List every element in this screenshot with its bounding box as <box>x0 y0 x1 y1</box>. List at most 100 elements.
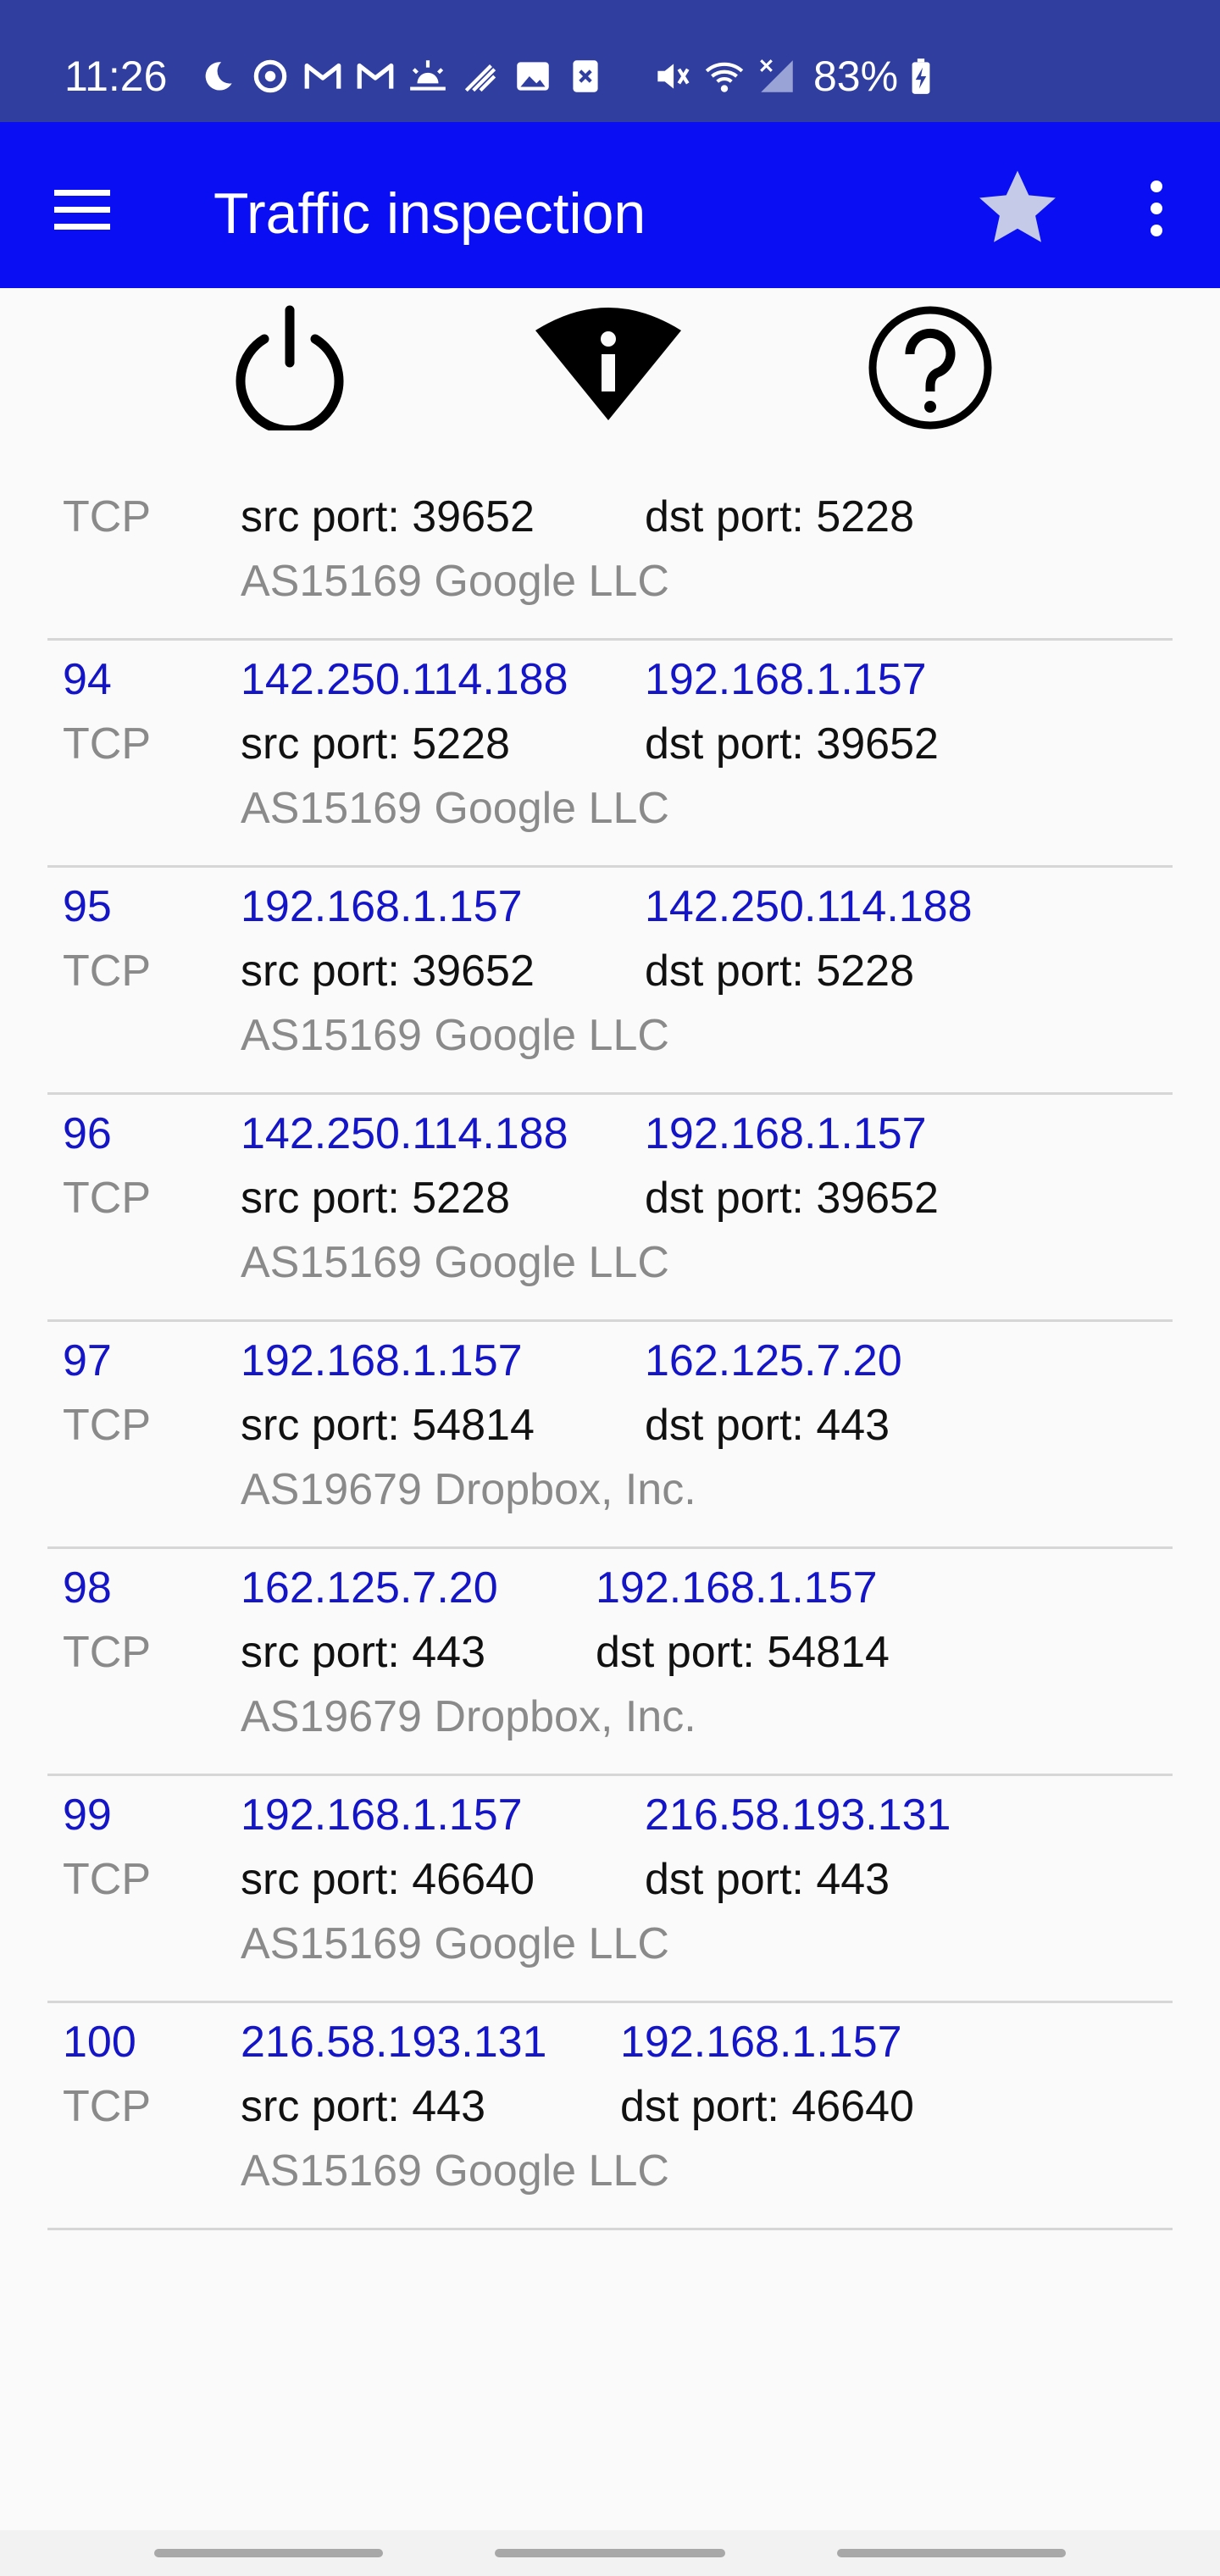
source-port: src port: 5228 <box>241 719 510 769</box>
destination-ip: 192.168.1.157 <box>645 1109 927 1158</box>
destination-port: dst port: 46640 <box>620 2082 914 2131</box>
packet-row[interactable]: 96 TCP 142.250.114.188 192.168.1.157 src por… <box>47 1095 1173 1322</box>
hamburger-menu-icon <box>54 190 110 230</box>
packet-number: 96 <box>63 1109 112 1158</box>
close-box-icon <box>564 55 607 97</box>
packet-number: 94 <box>63 655 112 704</box>
destination-port: dst port: 54814 <box>596 1628 890 1677</box>
destination-port: dst port: 443 <box>645 1855 890 1904</box>
asn-owner: AS15169 Google LLC <box>241 2146 669 2196</box>
help-button[interactable] <box>866 303 995 432</box>
signal-icon <box>756 55 798 97</box>
navigation-bar <box>0 2530 1220 2576</box>
packet-protocol: TCP <box>63 947 151 996</box>
source-ip: 192.168.1.157 <box>241 1790 523 1840</box>
packet-list-viewport[interactable]: 92TCP142.250.114.188192.168.1.157src por… <box>0 475 1220 2530</box>
packet-number: 95 <box>63 882 112 931</box>
packet-row[interactable]: 99 TCP 192.168.1.157 216.58.193.131 src port… <box>47 1776 1173 2003</box>
destination-port: dst port: 443 <box>645 1401 890 1450</box>
packet-row[interactable]: 95 TCP 192.168.1.157 142.250.114.188 src por… <box>47 868 1173 1095</box>
source-ip: 192.168.1.157 <box>241 882 523 931</box>
packet-row[interactable]: 93 TCP 192.168.1.157 142.250.114.188 src por… <box>47 475 1173 641</box>
asn-owner: AS15169 Google LLC <box>241 1011 669 1060</box>
asn-owner: AS19679 Dropbox, Inc. <box>241 1692 696 1741</box>
destination-port: dst port: 39652 <box>645 719 939 769</box>
destination-ip: 192.168.1.157 <box>596 1563 878 1613</box>
image-icon <box>512 55 554 97</box>
destination-ip: 162.125.7.20 <box>645 1336 902 1385</box>
asn-owner: AS19679 Dropbox, Inc. <box>241 1465 696 1514</box>
packet-protocol: TCP <box>63 2082 151 2131</box>
wifi-info-icon <box>535 308 681 420</box>
nav-home-button[interactable] <box>495 2549 725 2557</box>
source-port: src port: 443 <box>241 1628 486 1677</box>
mute-icon <box>651 55 693 97</box>
destination-port: dst port: 5228 <box>645 492 914 541</box>
packet-protocol: TCP <box>63 1855 151 1904</box>
source-ip: 216.58.193.131 <box>241 2018 547 2067</box>
source-ip: 142.250.114.188 <box>241 1109 568 1158</box>
packet-number: 99 <box>63 1790 112 1840</box>
destination-ip: 142.250.114.188 <box>645 882 973 931</box>
power-icon <box>236 305 344 436</box>
help-icon <box>868 306 992 430</box>
source-port: src port: 5228 <box>241 1174 510 1223</box>
packet-protocol: TCP <box>63 1401 151 1450</box>
destination-port: dst port: 39652 <box>645 1174 939 1223</box>
system-icons: 83% <box>651 53 934 100</box>
destination-ip: 142.250.114.188 <box>645 475 973 478</box>
source-port: src port: 54814 <box>241 1401 535 1450</box>
packet-row[interactable]: 97 TCP 192.168.1.157 162.125.7.20 src port: … <box>47 1322 1173 1549</box>
destination-ip: 192.168.1.157 <box>620 2018 902 2067</box>
packet-row[interactable]: 98 TCP 162.125.7.20 192.168.1.157 src port: … <box>47 1549 1173 1776</box>
battery-charging-icon <box>908 55 934 97</box>
wind-icon <box>459 55 502 97</box>
packet-protocol: TCP <box>63 1174 151 1223</box>
status-bar: 11:26 83% <box>0 0 1220 122</box>
nav-recents-button[interactable] <box>154 2549 383 2557</box>
packet-number: 100 <box>63 2018 136 2067</box>
source-port: src port: 39652 <box>241 947 535 996</box>
packet-number: 97 <box>63 1336 112 1385</box>
status-time: 11:26 <box>64 53 168 100</box>
source-port: src port: 443 <box>241 2082 486 2131</box>
source-ip: 192.168.1.157 <box>241 475 523 478</box>
nav-back-button[interactable] <box>837 2549 1066 2557</box>
menu-button[interactable] <box>47 175 119 246</box>
packet-number: 93 <box>63 475 112 478</box>
destination-ip: 216.58.193.131 <box>645 1790 951 1840</box>
source-ip: 142.250.114.188 <box>241 655 568 704</box>
packet-protocol: TCP <box>63 1628 151 1677</box>
destination-port: dst port: 5228 <box>645 947 914 996</box>
sunrise-icon <box>407 55 449 97</box>
asn-owner: AS15169 Google LLC <box>241 557 669 606</box>
packet-number: 98 <box>63 1563 112 1613</box>
source-ip: 192.168.1.157 <box>241 1336 523 1385</box>
action-toolbar <box>0 288 1220 475</box>
source-port: src port: 39652 <box>241 492 535 541</box>
wifi-icon <box>703 55 746 97</box>
packet-row[interactable]: 94 TCP 142.250.114.188 192.168.1.157 src por… <box>47 641 1173 868</box>
asn-owner: AS15169 Google LLC <box>241 1238 669 1287</box>
power-button[interactable] <box>230 303 349 436</box>
source-ip: 162.125.7.20 <box>241 1563 498 1613</box>
sync-icon <box>249 55 291 97</box>
source-port: src port: 46640 <box>241 1855 535 1904</box>
notification-icons <box>197 53 607 100</box>
destination-ip: 192.168.1.157 <box>645 655 927 704</box>
battery-level: 83% <box>813 53 899 100</box>
star-icon <box>979 170 1056 242</box>
packet-protocol: TCP <box>63 719 151 769</box>
asn-owner: AS15169 Google LLC <box>241 784 669 833</box>
app-bar: Traffic inspection <box>0 122 1220 288</box>
gmail-icon <box>354 55 396 97</box>
favorite-button[interactable] <box>971 161 1064 254</box>
more-vertical-icon <box>1151 180 1162 236</box>
packet-row[interactable]: 100 TCP 216.58.193.131 192.168.1.157 src por… <box>47 2003 1173 2230</box>
network-info-button[interactable] <box>535 303 681 422</box>
more-options-button[interactable] <box>1127 166 1186 251</box>
asn-owner: AS15169 Google LLC <box>241 1919 669 1968</box>
gmail-icon <box>302 55 344 97</box>
packet-protocol: TCP <box>63 492 151 541</box>
page-title: Traffic inspection <box>214 181 646 246</box>
